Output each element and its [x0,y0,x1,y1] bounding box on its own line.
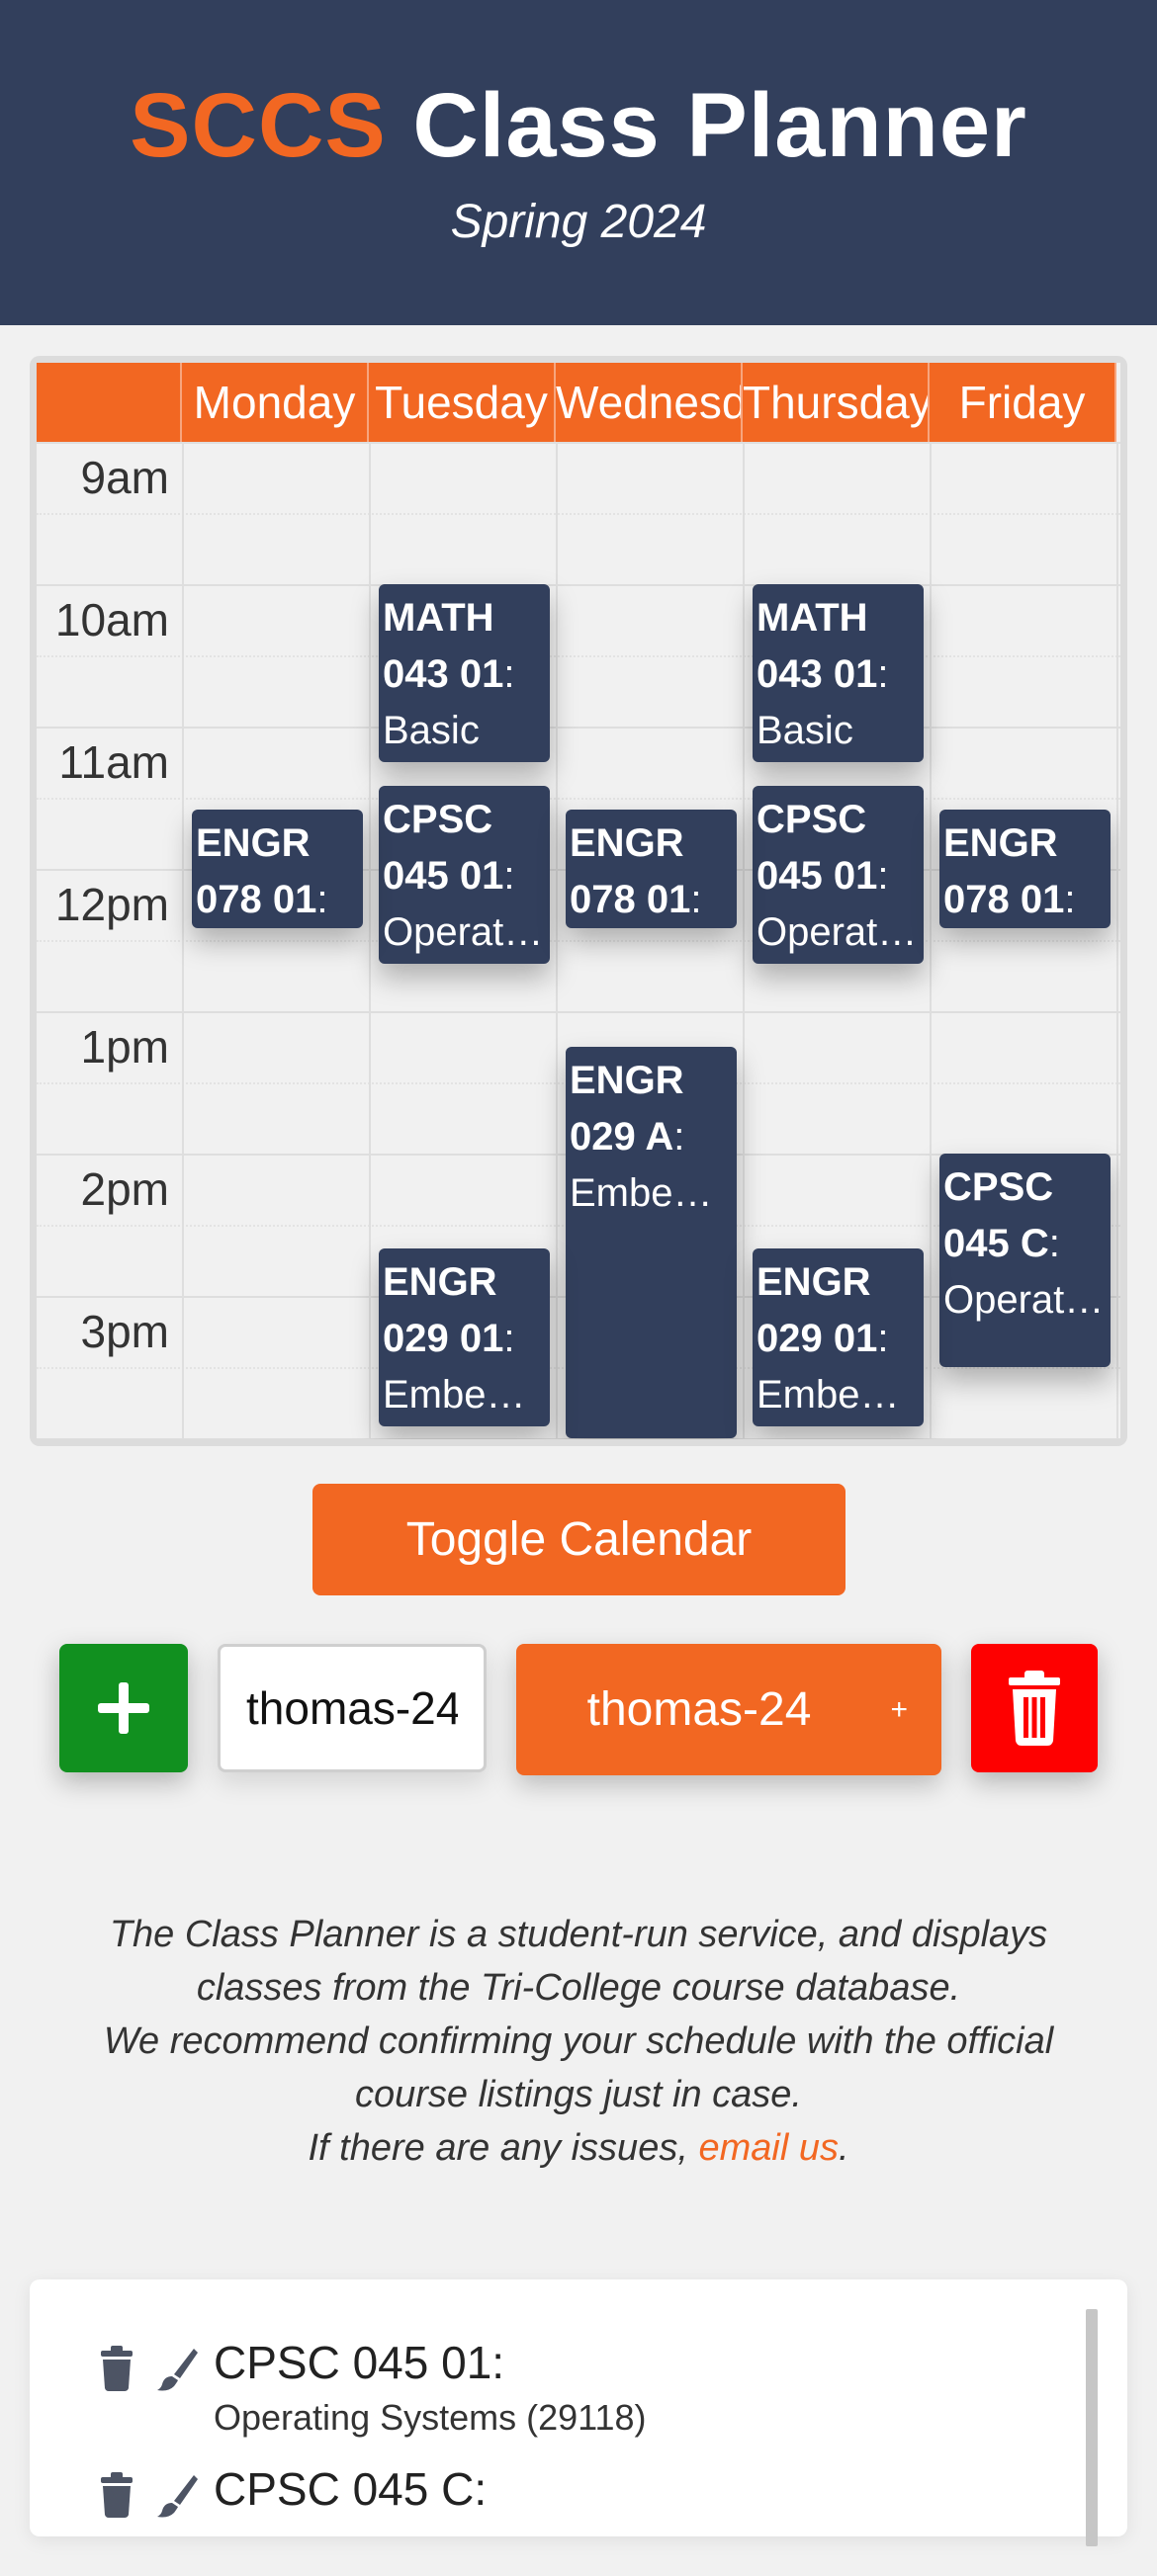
toggle-calendar-button[interactable]: Toggle Calendar [312,1484,846,1595]
calendar-event[interactable]: MATH 043 01: Basic [753,584,924,762]
course-list-item: CPSC 045 C: [30,2457,1078,2576]
event-course-code: ENGR 029 01: [383,1260,515,1360]
event-course-name: Basic [383,709,480,752]
event-course-code: ENGR 078 01: [196,821,328,921]
event-course-name: Embedded Systems [383,1373,546,1417]
column-line [930,442,932,1439]
disclaimer-line-1: The Class Planner is a student-run servi… [109,1914,1048,2009]
grid-line [37,655,1120,657]
calendar-event[interactable]: CPSC 045 01: Operating Systems [753,786,924,964]
select-plus-icon: + [890,1693,908,1726]
course-list: CPSC 045 01: Operating Systems (29118) C… [30,2279,1127,2546]
day-header-tuesday: Tuesday [369,363,556,442]
paintbrush-icon[interactable] [156,2471,198,2519]
column-line [182,442,184,1439]
selected-schedule-label: thomas-24 [586,1683,812,1736]
email-us-link[interactable]: email us [698,2127,839,2169]
day-header-thursday: Thursday [743,363,930,442]
page-title: SCCS Class Planner [0,71,1157,180]
grid-line [37,798,1120,800]
grid-line [37,442,1120,444]
trash-icon[interactable] [97,2471,136,2519]
calendar-event[interactable]: MATH 043 01: Basic [379,584,550,762]
event-course-code: ENGR 078 01: [943,821,1076,921]
calendar-corner [37,363,182,442]
day-header-friday: Friday [930,363,1116,442]
time-label: 1pm [80,1021,169,1073]
time-label: 3pm [80,1306,169,1357]
disclaimer-line-3-prefix: If there are any issues, [308,2127,699,2169]
calendar-event[interactable]: CPSC 045 C: Operating Systems [939,1154,1111,1367]
column-line [556,442,558,1439]
event-course-name: Embedded Systems [756,1373,920,1417]
grid-line [37,940,1120,942]
event-course-code: ENGR 078 01: [570,821,702,921]
app-header: SCCS Class Planner Spring 2024 [0,0,1157,325]
event-course-code: MATH 043 01: [756,596,889,696]
time-label: 11am [58,736,169,788]
time-label: 2pm [80,1163,169,1215]
column-line [743,442,745,1439]
trash-icon[interactable] [97,2345,136,2392]
schedule-name-input[interactable] [218,1644,487,1772]
calendar-event[interactable]: CPSC 045 01: Operating Systems [379,786,550,964]
brand-name: SCCS [130,75,387,176]
event-course-code: ENGR 029 A: [570,1059,685,1159]
event-course-code: CPSC 045 01: [383,798,515,898]
column-line [1116,442,1118,1439]
calendar-grid: MondayTuesdayWednesdayThursdayFriday 9am 1… [37,363,1120,1439]
event-course-name: Basic [756,709,853,752]
event-course-code: ENGR 029 01: [756,1260,889,1360]
calendar-event[interactable]: ENGR 029 A: Embedded Systems [566,1047,737,1438]
day-header-monday: Monday [182,363,369,442]
event-course-code: CPSC 045 01: [756,798,889,898]
calendar-event[interactable]: ENGR 078 01: [939,810,1111,928]
add-schedule-button[interactable] [59,1644,188,1772]
time-label: 9am [80,452,169,503]
weekly-calendar: MondayTuesdayWednesdayThursdayFriday 9am 1… [30,356,1127,1446]
event-course-name: Operating Systems [756,910,920,954]
paintbrush-icon[interactable] [156,2345,198,2392]
course-list-scrollbar[interactable] [1086,2309,1098,2546]
event-course-name: Operating Systems [383,910,546,954]
event-course-code: MATH 043 01: [383,596,515,696]
grid-line [37,584,1120,586]
course-list-item: CPSC 045 01: Operating Systems (29118) [30,2331,1078,2449]
course-code: CPSC 045 01: [214,2337,505,2388]
course-code: CPSC 045 C: [214,2463,488,2515]
time-label: 10am [54,594,169,645]
event-course-name: Operating Systems [943,1278,1107,1322]
calendar-event[interactable]: ENGR 029 01: Embedded Systems [379,1248,550,1426]
disclaimer-line-3-suffix: . [838,2127,849,2169]
calendar-event[interactable]: ENGR 078 01: [192,810,363,928]
disclaimer-line-2: We recommend confirming your schedule wi… [103,2020,1054,2115]
disclaimer: The Class Planner is a student-run servi… [99,1908,1058,2175]
event-course-name: Embedded Systems [570,1171,733,1215]
trash-icon [1009,1671,1060,1746]
calendar-event[interactable]: ENGR 029 01: Embedded Systems [753,1248,924,1426]
semester-label: Spring 2024 [450,196,707,248]
course-title: Operating Systems (29118) [214,2397,647,2438]
schedule-select[interactable]: thomas-24 + [516,1644,941,1775]
day-header-wednesday: Wednesday [556,363,743,442]
grid-line [37,513,1120,515]
title-text: Class Planner [412,75,1027,176]
grid-line [37,1011,1120,1013]
calendar-event[interactable]: ENGR 078 01: [566,810,737,928]
grid-line [37,1438,1120,1439]
delete-schedule-button[interactable] [971,1644,1098,1772]
column-line [369,442,371,1439]
grid-line [37,727,1120,729]
disclaimer-line-3: If there are any issues, email us. [99,2121,1058,2175]
time-label: 12pm [54,879,169,930]
event-course-code: CPSC 045 C: [943,1165,1060,1265]
